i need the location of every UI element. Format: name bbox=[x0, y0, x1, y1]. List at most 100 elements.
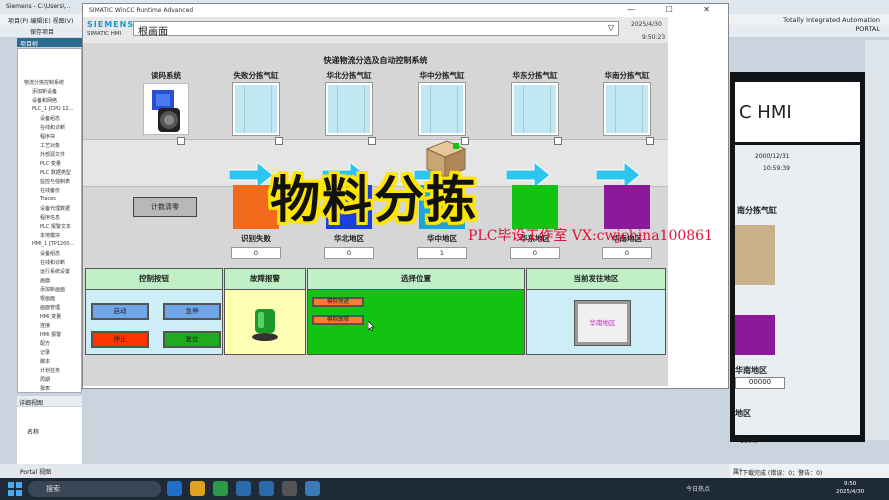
wechat-icon[interactable] bbox=[213, 481, 228, 496]
count-north: 0 bbox=[324, 247, 374, 259]
bin-east bbox=[512, 185, 558, 229]
task-cards-bar[interactable] bbox=[865, 40, 889, 440]
tree-item[interactable]: 根画面 bbox=[40, 295, 55, 302]
fault-alarm-section: 故障报警 bbox=[224, 268, 306, 355]
window-controls[interactable]: — ☐ ✕ bbox=[627, 5, 724, 14]
tree-item[interactable]: 周期 bbox=[40, 376, 50, 383]
editor-area-label-2: 地区 bbox=[735, 408, 751, 418]
tree-item[interactable]: Traces bbox=[40, 196, 56, 202]
tree-item[interactable]: 程序块 bbox=[40, 133, 55, 140]
tree-item[interactable]: 设备组态 bbox=[40, 250, 60, 257]
start-button[interactable]: 启动 bbox=[91, 303, 149, 320]
tree-item[interactable]: 在线和诊断 bbox=[40, 259, 65, 266]
settings-icon[interactable] bbox=[282, 481, 297, 496]
tree-item[interactable]: 设备代理数据 bbox=[40, 205, 70, 212]
tree-item[interactable]: 画面管理 bbox=[40, 304, 60, 311]
taskbar-search[interactable]: 搜索 bbox=[28, 481, 161, 497]
tree-item[interactable]: 画面 bbox=[40, 277, 50, 284]
barcode-reader-icon bbox=[143, 83, 189, 135]
alarm-light-icon bbox=[252, 309, 278, 341]
simulate-fault-button[interactable]: 模拟故障 bbox=[312, 315, 364, 325]
tree-item[interactable]: 在线备份 bbox=[40, 187, 60, 194]
cylinder-label-north: 华北分拣气缸 bbox=[326, 71, 372, 80]
reset-button[interactable]: 复位 bbox=[163, 331, 221, 348]
tree-item[interactable]: 物流分拣控制系统 bbox=[24, 79, 64, 86]
tree-item[interactable]: HMI 报警 bbox=[40, 331, 61, 338]
emergency-stop-button[interactable]: 急停 bbox=[163, 303, 221, 320]
count-fail: 0 bbox=[231, 247, 281, 259]
tree-item[interactable]: PLC 变量 bbox=[40, 160, 61, 167]
chevron-down-icon[interactable]: ▽ bbox=[608, 23, 614, 32]
plcsim-icon[interactable] bbox=[259, 481, 274, 496]
screen-selector[interactable]: 根画面 ▽ bbox=[133, 21, 619, 38]
tree-item[interactable]: 脚本 bbox=[40, 358, 50, 365]
tree-item[interactable]: 运行系统设置 bbox=[40, 268, 70, 275]
hmi-date: 2025/4/30 bbox=[631, 21, 662, 28]
tree-item[interactable]: 添加新设备 bbox=[32, 88, 57, 95]
tree-item[interactable]: 配方 bbox=[40, 340, 50, 347]
status-message: 下载完成 (错误：0；警告：0) bbox=[742, 468, 823, 477]
tree-item[interactable]: 添加新画面 bbox=[40, 286, 65, 293]
simulate-parcel-button[interactable]: 模拟快递 bbox=[312, 297, 364, 307]
explorer-icon[interactable] bbox=[167, 481, 182, 496]
siemens-logo: SIEMENS bbox=[87, 20, 135, 29]
tree-item[interactable]: 报表 bbox=[40, 385, 50, 392]
zoom-level[interactable]: 100% bbox=[740, 438, 757, 445]
tree-item[interactable]: 工艺对象 bbox=[40, 142, 60, 149]
hmi-editor-header: C HMI bbox=[735, 82, 860, 142]
tree-item[interactable]: 监控与强制表 bbox=[40, 178, 70, 185]
cylinder-south bbox=[604, 83, 650, 135]
count-central: 1 bbox=[417, 247, 467, 259]
details-view-header[interactable]: 详细视图 bbox=[17, 396, 82, 407]
taskbar-clock[interactable]: 9:50 2025/4/30 bbox=[836, 480, 864, 496]
sensor-east bbox=[554, 137, 562, 145]
tree-item[interactable]: 程序信息 bbox=[40, 214, 60, 221]
tree-item[interactable]: HMI_1 [TP1200... bbox=[32, 241, 74, 247]
stop-button[interactable]: 停止 bbox=[91, 331, 149, 348]
tree-item[interactable]: 设备组态 bbox=[40, 115, 60, 122]
editor-area-label: 华南地区 bbox=[735, 365, 767, 375]
cylinder-east bbox=[512, 83, 558, 135]
tree-item[interactable]: 外部源文件 bbox=[40, 151, 65, 158]
tree-item[interactable]: PLC 报警文本 bbox=[40, 223, 71, 230]
windows-start-icon[interactable] bbox=[8, 482, 22, 496]
tree-item[interactable]: 计划任务 bbox=[40, 367, 60, 374]
screen-name: 根画面 bbox=[138, 27, 168, 38]
brand-portal: PORTAL bbox=[855, 25, 880, 33]
control-section-title: 控制按钮 bbox=[86, 269, 222, 290]
search-label: 搜索 bbox=[46, 485, 60, 493]
details-column-name: 名称 bbox=[27, 429, 40, 436]
tree-item[interactable]: 在线和诊断 bbox=[40, 124, 65, 131]
project-tree[interactable]: 物流分拣控制系统 添加新设备 设备和网络 PLC_1 [CPU 12... 设备组态 在线… bbox=[17, 48, 82, 393]
reset-count-button[interactable]: 计数清零 bbox=[133, 197, 197, 217]
tree-item[interactable]: 设备和网络 bbox=[32, 97, 57, 104]
tree-item[interactable]: 记录 bbox=[40, 349, 50, 356]
tree-item[interactable]: 连接 bbox=[40, 322, 50, 329]
tree-item[interactable]: HMI 变量 bbox=[40, 313, 61, 320]
tia-icon[interactable] bbox=[236, 481, 251, 496]
cylinder-label-fail: 失败分拣气缸 bbox=[233, 71, 279, 80]
editor-time: 10:59:39 bbox=[763, 165, 790, 172]
wincc-icon[interactable] bbox=[305, 481, 320, 496]
cylinder-fail bbox=[233, 83, 279, 135]
video-overlay-title: 物料分拣 bbox=[270, 171, 478, 229]
bin-south bbox=[604, 185, 650, 229]
editor-bin bbox=[735, 315, 775, 355]
system-title: 快递物流分选及自动控制系统 bbox=[323, 55, 428, 65]
count-label-fail: 识别失败 bbox=[241, 234, 271, 243]
alarm-section-title: 故障报警 bbox=[225, 269, 305, 290]
current-area-display: 华南地区 bbox=[574, 300, 631, 346]
tree-item[interactable]: PLC 数据类型 bbox=[40, 169, 71, 176]
reader-label: 读码系统 bbox=[151, 71, 181, 80]
weather-widget[interactable]: 今日热点 bbox=[686, 484, 710, 493]
folder-icon[interactable] bbox=[190, 481, 205, 496]
tree-item[interactable]: 本地模块 bbox=[40, 232, 60, 239]
sensor-fail bbox=[275, 137, 283, 145]
save-project-button[interactable]: 保存项目 bbox=[30, 29, 54, 36]
tree-item[interactable]: PLC_1 [CPU 12... bbox=[32, 106, 73, 112]
current-area-section: 当前发往地区 华南地区 bbox=[526, 268, 666, 355]
simatic-hmi-label: SIMATIC HMI bbox=[87, 31, 122, 37]
portal-view-button[interactable]: Portal 视图 bbox=[20, 467, 51, 476]
position-section-title: 选择位置 bbox=[308, 269, 524, 290]
wincc-title: SIMATIC WinCC Runtime Advanced bbox=[89, 7, 194, 14]
